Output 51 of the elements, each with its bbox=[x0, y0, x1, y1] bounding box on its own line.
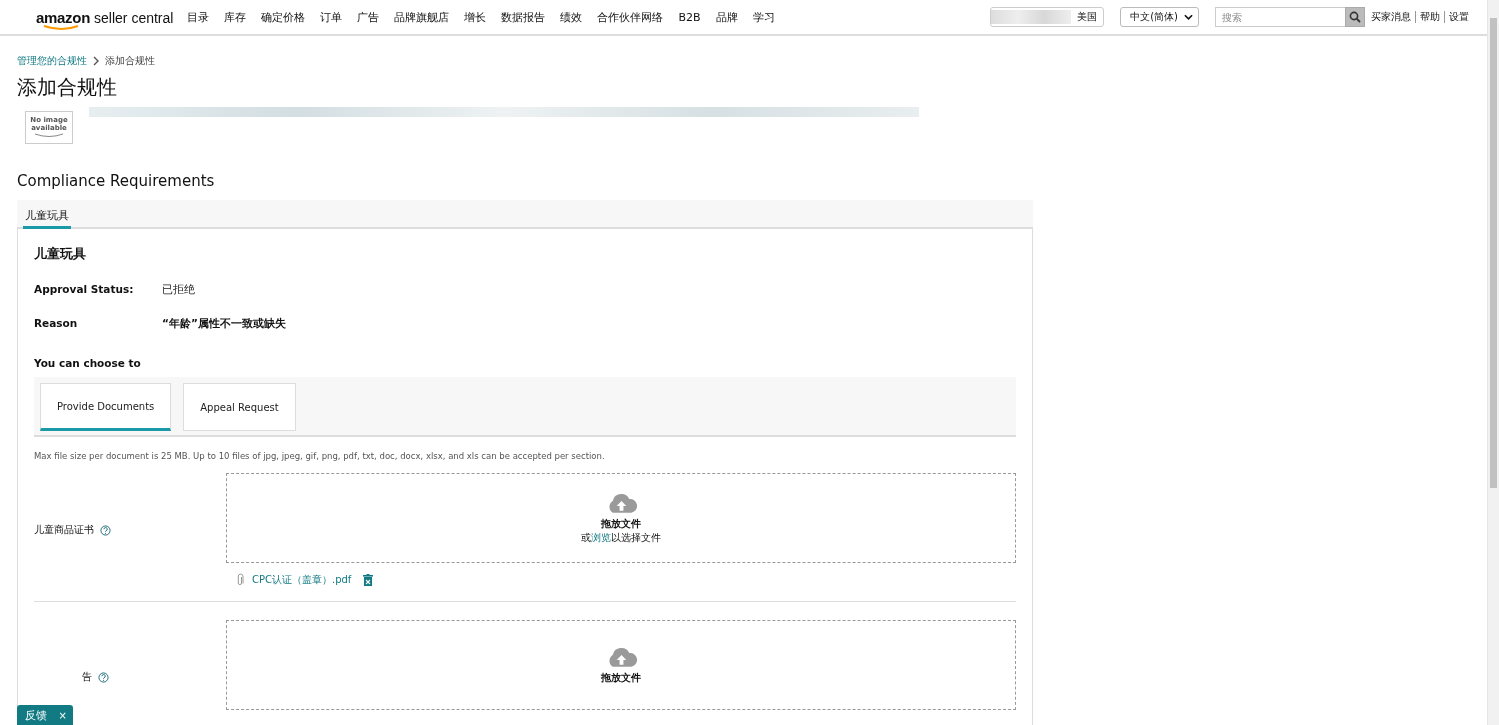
nav-link[interactable]: 订单 bbox=[320, 9, 343, 25]
nav-link[interactable]: 品牌旗舰店 bbox=[394, 9, 450, 25]
drop-title: 拖放文件 bbox=[601, 670, 641, 685]
search-field[interactable]: 搜索 bbox=[1215, 7, 1345, 27]
choose-label: You can choose to bbox=[34, 357, 142, 369]
nav-link[interactable]: 合作伙伴网络 bbox=[597, 9, 664, 25]
marketplace-selector[interactable]: 美国 bbox=[990, 7, 1105, 27]
nav-link[interactable]: 品牌 bbox=[715, 9, 738, 25]
file-drop-zone[interactable]: 拖放文件 或浏览以选择文件 bbox=[226, 473, 1016, 563]
file-requirements-note: Max file size per document is 25 MB. Up to 10 files of jpg, jpeg, gif, png, pdf, txt, doc, docx, xlsx, and xls can be accepted per section. bbox=[34, 451, 606, 461]
chevron-down-icon bbox=[1184, 14, 1193, 20]
file-link[interactable]: CPC认证（盖章）.pdf bbox=[252, 573, 352, 587]
nav-link[interactable]: 绩效 bbox=[560, 9, 583, 25]
file-drop-zone[interactable]: 拖放文件 bbox=[226, 620, 1016, 710]
nav-link[interactable]: 增长 bbox=[464, 9, 487, 25]
help-icon[interactable] bbox=[100, 524, 111, 536]
drop-title: 拖放文件 bbox=[601, 516, 641, 531]
nav-link[interactable]: 学习 bbox=[752, 9, 775, 25]
field-value: 已拒绝 bbox=[162, 283, 195, 297]
option-tab[interactable]: Provide Documents bbox=[40, 383, 172, 431]
nav-link[interactable]: 数据报告 bbox=[501, 9, 546, 25]
breadcrumb-link[interactable]: 管理您的合规性 bbox=[17, 54, 87, 68]
chevron-right-icon bbox=[93, 56, 99, 66]
search-button[interactable] bbox=[1345, 7, 1365, 27]
scrollbar[interactable] bbox=[1487, 0, 1499, 725]
paperclip-icon bbox=[236, 573, 244, 587]
nav-link[interactable]: 库存 bbox=[224, 9, 247, 25]
field-value: “年龄”属性不一致或缺失 bbox=[162, 317, 286, 331]
category-tab[interactable]: 儿童玩具 bbox=[23, 208, 71, 229]
field-label: Reason bbox=[34, 317, 79, 331]
document-label: 儿童商品证书 bbox=[34, 523, 94, 537]
nav-link[interactable]: B2B bbox=[678, 10, 701, 24]
nav-link[interactable]: 确定价格 bbox=[261, 9, 306, 25]
browse-link[interactable]: 浏览 bbox=[591, 531, 611, 543]
page-title: 添加合规性 bbox=[17, 74, 118, 101]
header-link[interactable]: 设置 bbox=[1449, 10, 1469, 24]
header-link[interactable]: 买家消息 bbox=[1371, 10, 1411, 24]
trash-icon[interactable] bbox=[363, 574, 374, 586]
document-label: 告 bbox=[82, 670, 92, 684]
option-tab[interactable]: Appeal Request bbox=[183, 383, 296, 431]
field-label: Approval Status: bbox=[34, 283, 135, 297]
nav-link[interactable]: 目录 bbox=[187, 9, 210, 25]
panel-title: 儿童玩具 bbox=[34, 245, 87, 263]
section-heading: Compliance Requirements bbox=[17, 172, 216, 190]
drop-hint: 或浏览以选择文件 bbox=[581, 530, 661, 545]
breadcrumb-current-page: 添加合规性 bbox=[105, 54, 155, 68]
help-icon[interactable] bbox=[98, 671, 109, 683]
language-select[interactable]: 中文(简体) bbox=[1120, 7, 1199, 27]
nav-link[interactable]: 广告 bbox=[357, 9, 380, 25]
header-link[interactable]: 帮助 bbox=[1420, 10, 1440, 24]
feedback-button[interactable]: 反馈 × bbox=[17, 705, 73, 725]
